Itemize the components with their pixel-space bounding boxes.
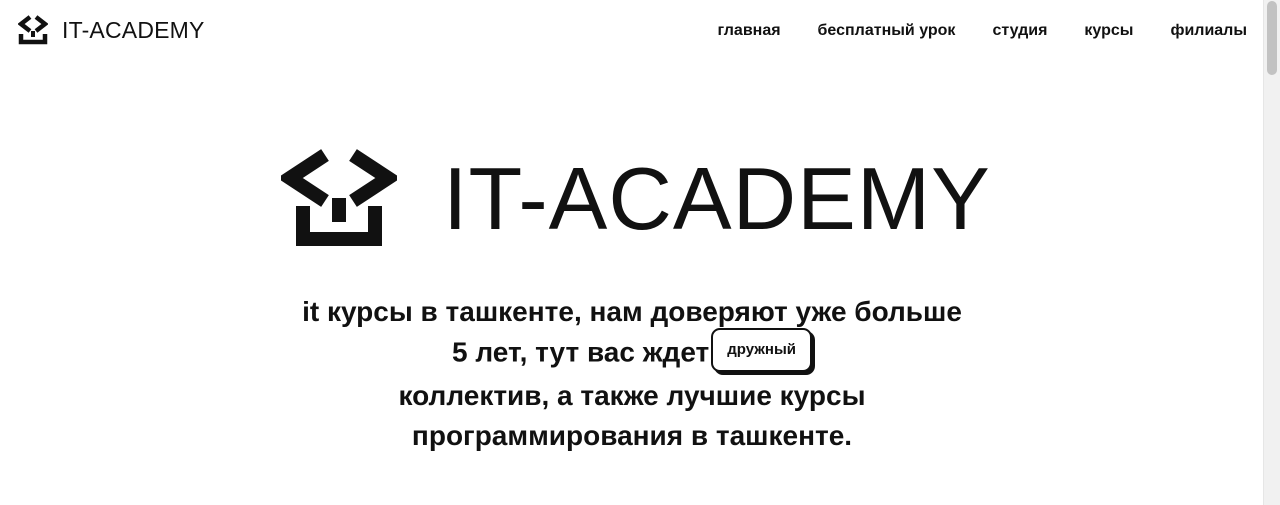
site-header: IT-ACADEMY главная бесплатный урок студи… bbox=[0, 0, 1264, 64]
nav-link-courses[interactable]: курсы bbox=[1084, 22, 1133, 40]
hero-description: it курсы в ташкенте, нам доверяют уже бо… bbox=[250, 292, 1014, 456]
hero-line-4: программирования в ташкенте. bbox=[411, 420, 853, 451]
hero-brand-name: IT-ACADEMY bbox=[443, 149, 991, 248]
nav-link-home[interactable]: главная bbox=[717, 22, 780, 40]
header-logo-link[interactable]: IT-ACADEMY bbox=[18, 14, 205, 46]
graduation-cap-code-icon bbox=[18, 15, 48, 45]
nav-link-branches[interactable]: филиалы bbox=[1170, 22, 1247, 40]
hero-line-1: it курсы в ташкенте, нам доверяют уже бо… bbox=[302, 296, 962, 327]
main-nav: главная бесплатный урок студия курсы фил… bbox=[680, 22, 1247, 40]
hero-line-2: 5 лет, тут вас ждет дружный bbox=[250, 328, 1014, 376]
nav-link-studio[interactable]: студия bbox=[992, 22, 1047, 40]
hero-logo: IT-ACADEMY bbox=[281, 148, 991, 250]
graduation-cap-code-icon bbox=[281, 149, 397, 246]
hero-line-2-text: 5 лет, тут вас ждет bbox=[451, 336, 710, 368]
page: IT-ACADEMY главная бесплатный урок студи… bbox=[0, 0, 1280, 505]
nav-link-free-lesson[interactable]: бесплатный урок bbox=[818, 22, 956, 40]
scrollbar-thumb[interactable] bbox=[1267, 1, 1277, 75]
page-scrollbar[interactable] bbox=[1263, 0, 1280, 505]
highlight-word-badge: дружный bbox=[711, 328, 812, 372]
hero-line-3: коллектив, а также лучшие курсы bbox=[398, 380, 866, 411]
header-brand-name: IT-ACADEMY bbox=[62, 16, 205, 43]
